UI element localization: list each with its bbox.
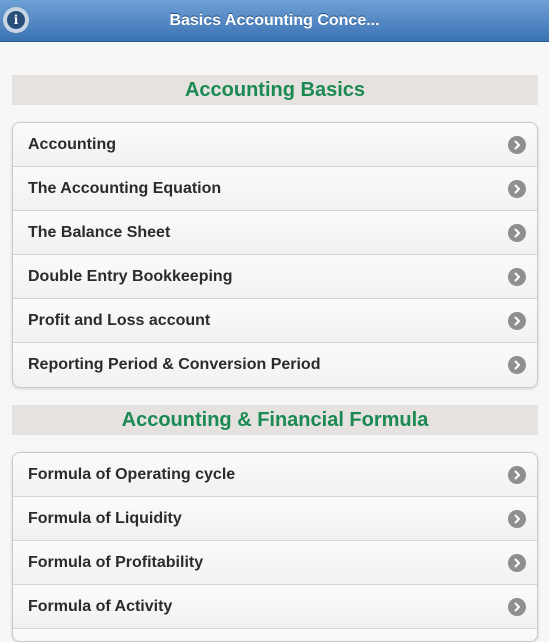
list-item-label: The Balance Sheet (28, 224, 171, 241)
list-item-label: Formula of Activity (28, 598, 173, 615)
list-item-operating-cycle[interactable]: Formula of Operating cycle (13, 453, 537, 497)
chevron-right-icon (508, 136, 526, 154)
section-title-financial-formula: Accounting & Financial Formula (12, 405, 538, 435)
list-item-label: Formula of Liquidity (28, 510, 182, 527)
section-title-accounting-basics: Accounting Basics (12, 75, 538, 105)
list-item-accounting[interactable]: Accounting (13, 123, 537, 167)
chevron-right-icon (508, 598, 526, 616)
list-item-reporting-period[interactable]: Reporting Period & Conversion Period (13, 343, 537, 387)
list-item-label: The Accounting Equation (28, 180, 222, 197)
list-item-label: Formula of Profitability (28, 554, 204, 571)
chevron-right-icon (508, 268, 526, 286)
chevron-right-icon (508, 224, 526, 242)
app-header: i Basics Accounting Conce... (0, 0, 549, 42)
list-item-label: Double Entry Bookkeeping (28, 268, 233, 285)
chevron-right-icon (508, 312, 526, 330)
chevron-right-icon (508, 466, 526, 484)
chevron-right-icon (508, 356, 526, 374)
list-item-partial[interactable] (13, 629, 537, 641)
list-item-label: Accounting (28, 136, 116, 153)
chevron-right-icon (508, 510, 526, 528)
accounting-basics-list: Accounting The Accounting Equation The B… (12, 122, 538, 388)
list-item-label: Formula of Operating cycle (28, 466, 236, 483)
list-item-balance-sheet[interactable]: The Balance Sheet (13, 211, 537, 255)
list-item-label: Profit and Loss account (28, 312, 211, 329)
financial-formula-list: Formula of Operating cycle Formula of Li… (12, 452, 538, 642)
list-item-label: Reporting Period & Conversion Period (28, 356, 321, 373)
chevron-right-icon (508, 180, 526, 198)
list-item-liquidity[interactable]: Formula of Liquidity (13, 497, 537, 541)
chevron-right-icon (508, 554, 526, 572)
list-item-activity[interactable]: Formula of Activity (13, 585, 537, 629)
list-item-accounting-equation[interactable]: The Accounting Equation (13, 167, 537, 211)
page-title: Basics Accounting Conce... (169, 12, 380, 29)
list-item-double-entry[interactable]: Double Entry Bookkeeping (13, 255, 537, 299)
list-item-profitability[interactable]: Formula of Profitability (13, 541, 537, 585)
list-item-profit-loss[interactable]: Profit and Loss account (13, 299, 537, 343)
